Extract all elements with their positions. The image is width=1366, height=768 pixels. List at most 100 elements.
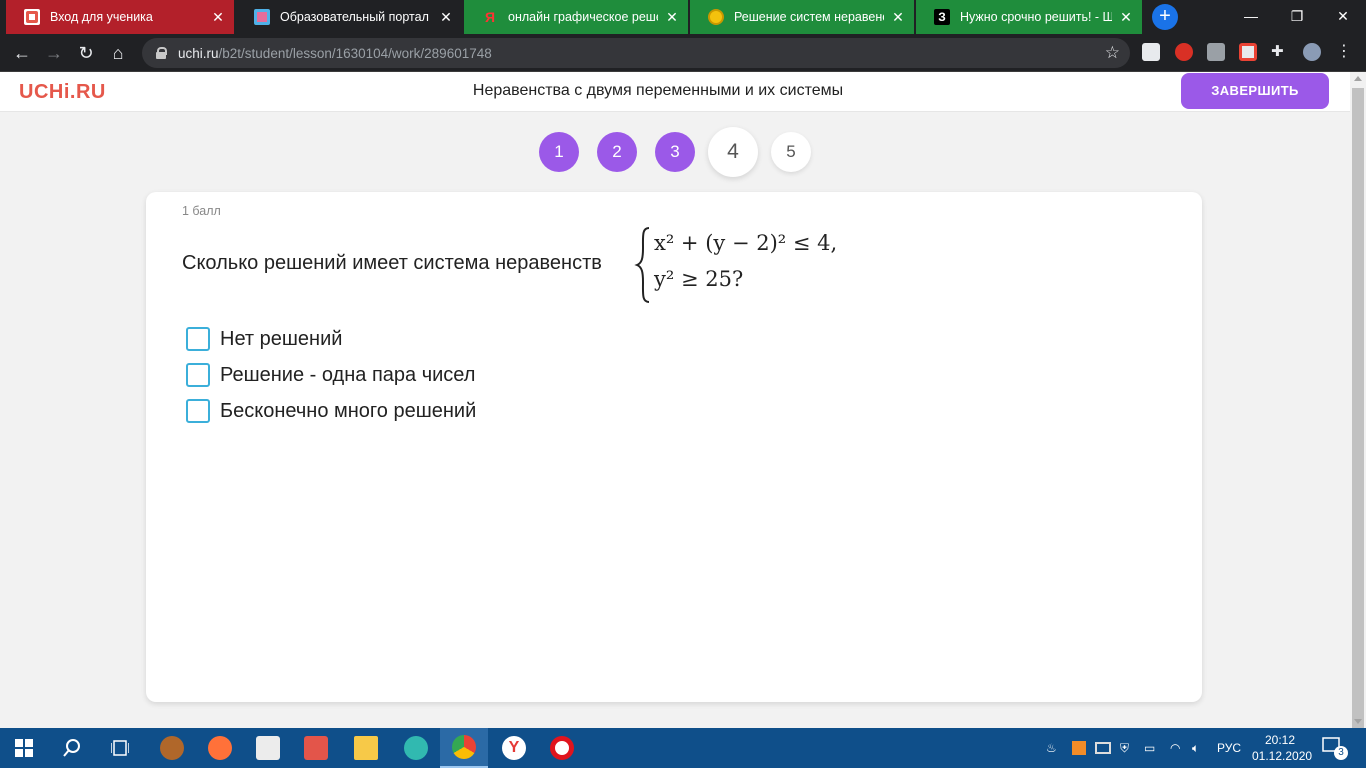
finish-button[interactable]: ЗАВЕРШИТЬ xyxy=(1181,73,1329,109)
tray-wifi-icon[interactable]: ◠ xyxy=(1170,728,1180,768)
tab-title: Вход для ученика xyxy=(50,10,153,24)
profile-avatar-icon[interactable] xyxy=(1303,43,1321,61)
page-button-2[interactable]: 2 xyxy=(597,132,637,172)
browser-tab-strip: Вход для ученика ✕ Образовательный порта… xyxy=(0,0,1366,34)
extension-icon[interactable] xyxy=(1142,43,1160,61)
scroll-down-icon[interactable] xyxy=(1354,719,1362,724)
page-button-1[interactable]: 1 xyxy=(539,132,579,172)
close-window-icon[interactable]: ✕ xyxy=(1320,0,1366,34)
coin-favicon-icon xyxy=(708,9,724,25)
znanija-favicon-icon: З xyxy=(934,9,950,25)
browser-tab-3[interactable]: Я онлайн графическое решени ✕ xyxy=(464,0,688,34)
page-button-4-current[interactable]: 4 xyxy=(708,127,758,177)
taskbar-app-firefox[interactable] xyxy=(196,728,244,768)
inequality-system: x² + (y − 2)² ≤ 4, y² ≥ 25? xyxy=(634,226,854,304)
uchi-favicon-icon xyxy=(24,9,40,25)
answer-option-no-solutions[interactable]: Нет решений xyxy=(186,326,342,352)
extension-target-icon[interactable] xyxy=(1175,43,1193,61)
answer-option-one-solution[interactable]: Решение - одна пара чисел xyxy=(186,362,475,388)
taskbar-app-chrome[interactable] xyxy=(440,728,488,768)
close-tab-icon[interactable]: ✕ xyxy=(890,9,906,26)
answer-label: Решение - одна пара чисел xyxy=(220,363,476,386)
lesson-title: Неравенства с двумя переменными и их сис… xyxy=(472,82,844,99)
extensions-puzzle-icon[interactable]: ✚ xyxy=(1271,43,1289,61)
minimize-window-icon[interactable]: — xyxy=(1228,0,1274,34)
close-tab-icon[interactable]: ✕ xyxy=(210,9,226,26)
tab-title: Решение систем неравенств xyxy=(734,10,884,24)
clock-time: 20:12 xyxy=(1264,733,1296,747)
paint-app-icon xyxy=(304,736,328,760)
checkbox[interactable] xyxy=(186,327,210,351)
browser-toolbar: ← → ↻ ⌂ uchi.ru/b2t/student/lesson/16301… xyxy=(0,34,1366,72)
home-icon[interactable]: ⌂ xyxy=(104,39,132,67)
keyboard-language[interactable]: РУС xyxy=(1217,728,1241,768)
page-scrollbar[interactable] xyxy=(1350,72,1366,733)
checkbox[interactable] xyxy=(186,363,210,387)
tab-title: Образовательный портал на xyxy=(280,10,432,24)
bookmark-star-icon[interactable]: ☆ xyxy=(1105,43,1120,63)
address-bar[interactable]: uchi.ru/b2t/student/lesson/1630104/work/… xyxy=(142,38,1130,68)
tray-monitor-icon[interactable] xyxy=(1095,728,1111,768)
scrollbar-thumb[interactable] xyxy=(1352,88,1364,733)
page-button-3[interactable]: 3 xyxy=(655,132,695,172)
extension-calendar-icon[interactable] xyxy=(1239,43,1257,61)
close-tab-icon[interactable]: ✕ xyxy=(438,9,454,26)
taskbar-app-edge[interactable] xyxy=(392,728,440,768)
notification-count: 3 xyxy=(1334,746,1348,760)
windows-taskbar: Y ♨ ⛨ ▭ ◠ 🔈︎ РУС 20:12 01.12.2020 3 xyxy=(0,728,1366,768)
tray-security-icon[interactable]: ⛨ xyxy=(1120,728,1129,768)
opera-icon xyxy=(550,736,574,760)
page-button-5[interactable]: 5 xyxy=(771,132,811,172)
new-tab-button[interactable]: + xyxy=(1152,4,1178,30)
back-arrow-icon[interactable]: ← xyxy=(8,39,36,67)
inequality-line-2: y² ≥ 25? xyxy=(654,267,744,291)
scroll-up-icon[interactable] xyxy=(1354,76,1362,81)
monkey-app-icon xyxy=(160,736,184,760)
browser-tab-4[interactable]: Решение систем неравенств ✕ xyxy=(690,0,914,34)
close-tab-icon[interactable]: ✕ xyxy=(664,9,680,26)
system-clock[interactable]: 20:12 01.12.2020 xyxy=(1252,732,1313,764)
lock-icon xyxy=(156,47,167,59)
maximize-window-icon[interactable]: ❐ xyxy=(1274,0,1320,34)
search-button[interactable] xyxy=(48,728,96,768)
yandex-favicon-icon: Я xyxy=(484,9,496,25)
taskbar-app-yandex[interactable]: Y xyxy=(490,728,538,768)
task-card: 1 балл Сколько решений имеет система нер… xyxy=(146,192,1202,702)
taskbar-app-explorer[interactable] xyxy=(342,728,390,768)
tray-app-icon[interactable] xyxy=(1072,728,1086,768)
task-pager: 1 2 3 4 5 xyxy=(0,127,1350,178)
taskbar-app-paint[interactable] xyxy=(292,728,340,768)
store-icon xyxy=(256,736,280,760)
browser-tab-5[interactable]: З Нужно срочно решить! - Шко ✕ xyxy=(916,0,1142,34)
notifications-button[interactable]: 3 xyxy=(1322,736,1348,760)
answer-label: Нет решений xyxy=(220,327,343,350)
task-view-button[interactable] xyxy=(96,728,144,768)
inequality-line-1: x² + (y − 2)² ≤ 4, xyxy=(654,231,838,255)
browser-menu-icon[interactable]: ⋮ xyxy=(1335,43,1353,61)
browser-tab-2-active[interactable]: Образовательный портал на ✕ xyxy=(236,0,462,34)
clock-date: 01.12.2020 xyxy=(1252,749,1313,763)
windows-logo-icon xyxy=(15,739,33,757)
taskbar-app-monkey[interactable] xyxy=(148,728,196,768)
tray-steam-icon[interactable]: ♨ xyxy=(1046,728,1057,768)
url-path: /b2t/student/lesson/1630104/work/2896017… xyxy=(218,45,492,61)
download-icon[interactable] xyxy=(1207,43,1225,61)
taskbar-app-store[interactable] xyxy=(244,728,292,768)
answer-option-infinite-solutions[interactable]: Бесконечно много решений xyxy=(186,398,476,424)
reload-icon[interactable]: ↻ xyxy=(72,39,100,67)
chrome-icon xyxy=(452,735,476,759)
start-button[interactable] xyxy=(0,728,48,768)
url-host: uchi.ru xyxy=(178,45,219,61)
folder-icon xyxy=(354,736,378,760)
browser-tab-1[interactable]: Вход для ученика ✕ xyxy=(6,0,234,34)
close-tab-icon[interactable]: ✕ xyxy=(1118,9,1134,26)
taskbar-app-opera[interactable] xyxy=(538,728,586,768)
page-header: UCHi.RU Неравенства с двумя переменными … xyxy=(0,72,1350,112)
tray-volume-icon[interactable]: 🔈︎ xyxy=(1192,728,1199,768)
question-text: Сколько решений имеет система неравенств xyxy=(182,252,602,274)
forward-arrow-icon[interactable]: → xyxy=(40,39,68,67)
tray-battery-icon[interactable]: ▭ xyxy=(1144,728,1155,768)
task-view-icon xyxy=(111,740,129,756)
checkbox[interactable] xyxy=(186,399,210,423)
edge-icon xyxy=(404,736,428,760)
